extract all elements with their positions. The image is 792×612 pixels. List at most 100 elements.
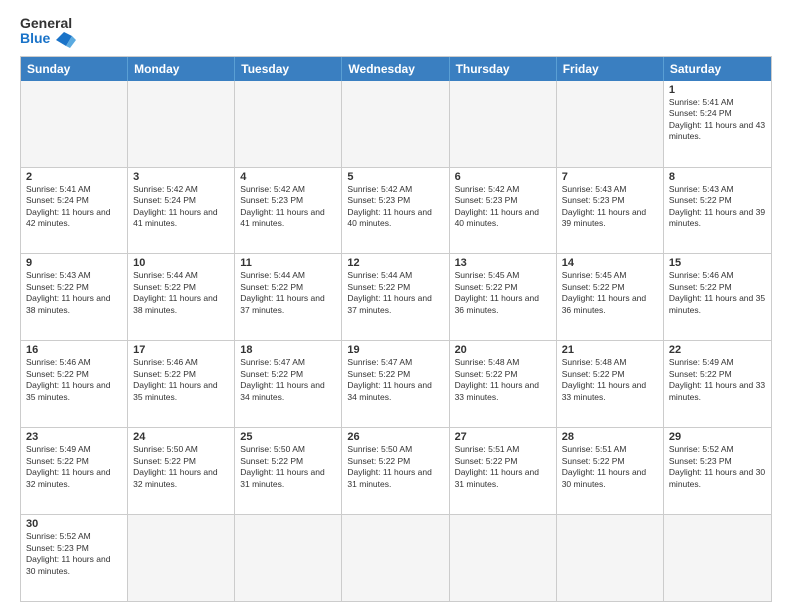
day-15: 15 Sunrise: 5:46 AMSunset: 5:22 PMDaylig… bbox=[664, 254, 771, 340]
cell-info: Sunrise: 5:42 AMSunset: 5:23 PMDaylight:… bbox=[240, 184, 324, 228]
cell-info: Sunrise: 5:46 AMSunset: 5:22 PMDaylight:… bbox=[26, 357, 110, 401]
day-number: 21 bbox=[562, 344, 658, 356]
day-number: 13 bbox=[455, 257, 551, 269]
day-22: 22 Sunrise: 5:49 AMSunset: 5:22 PMDaylig… bbox=[664, 341, 771, 427]
day-number: 22 bbox=[669, 344, 766, 356]
calendar-week-6: 30 Sunrise: 5:52 AMSunset: 5:23 PMDaylig… bbox=[21, 515, 771, 601]
empty-cell bbox=[450, 81, 557, 167]
day-19: 19 Sunrise: 5:47 AMSunset: 5:22 PMDaylig… bbox=[342, 341, 449, 427]
day-number: 28 bbox=[562, 431, 658, 443]
cell-info: Sunrise: 5:43 AMSunset: 5:22 PMDaylight:… bbox=[669, 184, 765, 228]
day-20: 20 Sunrise: 5:48 AMSunset: 5:22 PMDaylig… bbox=[450, 341, 557, 427]
page: General Blue SundayMondayTuesdayWednesda… bbox=[0, 0, 792, 612]
header-wednesday: Wednesday bbox=[342, 57, 449, 81]
day-number: 24 bbox=[133, 431, 229, 443]
day-2: 2 Sunrise: 5:41 AMSunset: 5:24 PMDayligh… bbox=[21, 168, 128, 254]
day-number: 29 bbox=[669, 431, 766, 443]
day-number: 30 bbox=[26, 518, 122, 530]
cell-info: Sunrise: 5:42 AMSunset: 5:23 PMDaylight:… bbox=[455, 184, 539, 228]
day-3: 3 Sunrise: 5:42 AMSunset: 5:24 PMDayligh… bbox=[128, 168, 235, 254]
day-21: 21 Sunrise: 5:48 AMSunset: 5:22 PMDaylig… bbox=[557, 341, 664, 427]
calendar-body: 1 Sunrise: 5:41 AMSunset: 5:24 PMDayligh… bbox=[21, 81, 771, 601]
logo: General Blue bbox=[20, 16, 76, 48]
header-thursday: Thursday bbox=[450, 57, 557, 81]
day-8: 8 Sunrise: 5:43 AMSunset: 5:22 PMDayligh… bbox=[664, 168, 771, 254]
empty-cell bbox=[235, 515, 342, 601]
empty-cell bbox=[450, 515, 557, 601]
calendar-header: SundayMondayTuesdayWednesdayThursdayFrid… bbox=[21, 57, 771, 81]
cell-info: Sunrise: 5:45 AMSunset: 5:22 PMDaylight:… bbox=[455, 270, 539, 314]
calendar-week-1: 1 Sunrise: 5:41 AMSunset: 5:24 PMDayligh… bbox=[21, 81, 771, 168]
day-number: 16 bbox=[26, 344, 122, 356]
cell-info: Sunrise: 5:48 AMSunset: 5:22 PMDaylight:… bbox=[455, 357, 539, 401]
cell-info: Sunrise: 5:44 AMSunset: 5:22 PMDaylight:… bbox=[240, 270, 324, 314]
day-26: 26 Sunrise: 5:50 AMSunset: 5:22 PMDaylig… bbox=[342, 428, 449, 514]
day-10: 10 Sunrise: 5:44 AMSunset: 5:22 PMDaylig… bbox=[128, 254, 235, 340]
calendar-week-5: 23 Sunrise: 5:49 AMSunset: 5:22 PMDaylig… bbox=[21, 428, 771, 515]
empty-cell bbox=[557, 515, 664, 601]
empty-cell bbox=[235, 81, 342, 167]
cell-info: Sunrise: 5:50 AMSunset: 5:22 PMDaylight:… bbox=[347, 444, 431, 488]
day-14: 14 Sunrise: 5:45 AMSunset: 5:22 PMDaylig… bbox=[557, 254, 664, 340]
day-number: 12 bbox=[347, 257, 443, 269]
day-number: 10 bbox=[133, 257, 229, 269]
day-29: 29 Sunrise: 5:52 AMSunset: 5:23 PMDaylig… bbox=[664, 428, 771, 514]
empty-cell bbox=[342, 515, 449, 601]
day-25: 25 Sunrise: 5:50 AMSunset: 5:22 PMDaylig… bbox=[235, 428, 342, 514]
day-number: 19 bbox=[347, 344, 443, 356]
empty-cell bbox=[128, 81, 235, 167]
day-number: 15 bbox=[669, 257, 766, 269]
day-number: 7 bbox=[562, 171, 658, 183]
day-30: 30 Sunrise: 5:52 AMSunset: 5:23 PMDaylig… bbox=[21, 515, 128, 601]
day-17: 17 Sunrise: 5:46 AMSunset: 5:22 PMDaylig… bbox=[128, 341, 235, 427]
cell-info: Sunrise: 5:44 AMSunset: 5:22 PMDaylight:… bbox=[347, 270, 431, 314]
day-number: 14 bbox=[562, 257, 658, 269]
day-24: 24 Sunrise: 5:50 AMSunset: 5:22 PMDaylig… bbox=[128, 428, 235, 514]
cell-info: Sunrise: 5:47 AMSunset: 5:22 PMDaylight:… bbox=[347, 357, 431, 401]
cell-info: Sunrise: 5:44 AMSunset: 5:22 PMDaylight:… bbox=[133, 270, 217, 314]
day-7: 7 Sunrise: 5:43 AMSunset: 5:23 PMDayligh… bbox=[557, 168, 664, 254]
header: General Blue bbox=[20, 16, 772, 48]
day-6: 6 Sunrise: 5:42 AMSunset: 5:23 PMDayligh… bbox=[450, 168, 557, 254]
day-number: 17 bbox=[133, 344, 229, 356]
cell-info: Sunrise: 5:41 AMSunset: 5:24 PMDaylight:… bbox=[669, 97, 765, 141]
day-number: 2 bbox=[26, 171, 122, 183]
cell-info: Sunrise: 5:48 AMSunset: 5:22 PMDaylight:… bbox=[562, 357, 646, 401]
day-23: 23 Sunrise: 5:49 AMSunset: 5:22 PMDaylig… bbox=[21, 428, 128, 514]
day-number: 23 bbox=[26, 431, 122, 443]
day-number: 3 bbox=[133, 171, 229, 183]
day-11: 11 Sunrise: 5:44 AMSunset: 5:22 PMDaylig… bbox=[235, 254, 342, 340]
day-number: 11 bbox=[240, 257, 336, 269]
header-saturday: Saturday bbox=[664, 57, 771, 81]
day-4: 4 Sunrise: 5:42 AMSunset: 5:23 PMDayligh… bbox=[235, 168, 342, 254]
cell-info: Sunrise: 5:49 AMSunset: 5:22 PMDaylight:… bbox=[26, 444, 110, 488]
day-number: 5 bbox=[347, 171, 443, 183]
calendar-week-4: 16 Sunrise: 5:46 AMSunset: 5:22 PMDaylig… bbox=[21, 341, 771, 428]
calendar-week-2: 2 Sunrise: 5:41 AMSunset: 5:24 PMDayligh… bbox=[21, 168, 771, 255]
cell-info: Sunrise: 5:51 AMSunset: 5:22 PMDaylight:… bbox=[562, 444, 646, 488]
cell-info: Sunrise: 5:43 AMSunset: 5:23 PMDaylight:… bbox=[562, 184, 646, 228]
day-9: 9 Sunrise: 5:43 AMSunset: 5:22 PMDayligh… bbox=[21, 254, 128, 340]
header-sunday: Sunday bbox=[21, 57, 128, 81]
cell-info: Sunrise: 5:50 AMSunset: 5:22 PMDaylight:… bbox=[240, 444, 324, 488]
day-number: 27 bbox=[455, 431, 551, 443]
cell-info: Sunrise: 5:51 AMSunset: 5:22 PMDaylight:… bbox=[455, 444, 539, 488]
cell-info: Sunrise: 5:46 AMSunset: 5:22 PMDaylight:… bbox=[669, 270, 765, 314]
empty-cell bbox=[342, 81, 449, 167]
empty-cell bbox=[21, 81, 128, 167]
cell-info: Sunrise: 5:47 AMSunset: 5:22 PMDaylight:… bbox=[240, 357, 324, 401]
day-number: 1 bbox=[669, 84, 766, 96]
day-number: 20 bbox=[455, 344, 551, 356]
day-18: 18 Sunrise: 5:47 AMSunset: 5:22 PMDaylig… bbox=[235, 341, 342, 427]
day-number: 6 bbox=[455, 171, 551, 183]
cell-info: Sunrise: 5:43 AMSunset: 5:22 PMDaylight:… bbox=[26, 270, 110, 314]
cell-info: Sunrise: 5:42 AMSunset: 5:24 PMDaylight:… bbox=[133, 184, 217, 228]
day-28: 28 Sunrise: 5:51 AMSunset: 5:22 PMDaylig… bbox=[557, 428, 664, 514]
empty-cell bbox=[664, 515, 771, 601]
day-16: 16 Sunrise: 5:46 AMSunset: 5:22 PMDaylig… bbox=[21, 341, 128, 427]
calendar-week-3: 9 Sunrise: 5:43 AMSunset: 5:22 PMDayligh… bbox=[21, 254, 771, 341]
day-number: 9 bbox=[26, 257, 122, 269]
header-monday: Monday bbox=[128, 57, 235, 81]
header-tuesday: Tuesday bbox=[235, 57, 342, 81]
empty-cell bbox=[557, 81, 664, 167]
